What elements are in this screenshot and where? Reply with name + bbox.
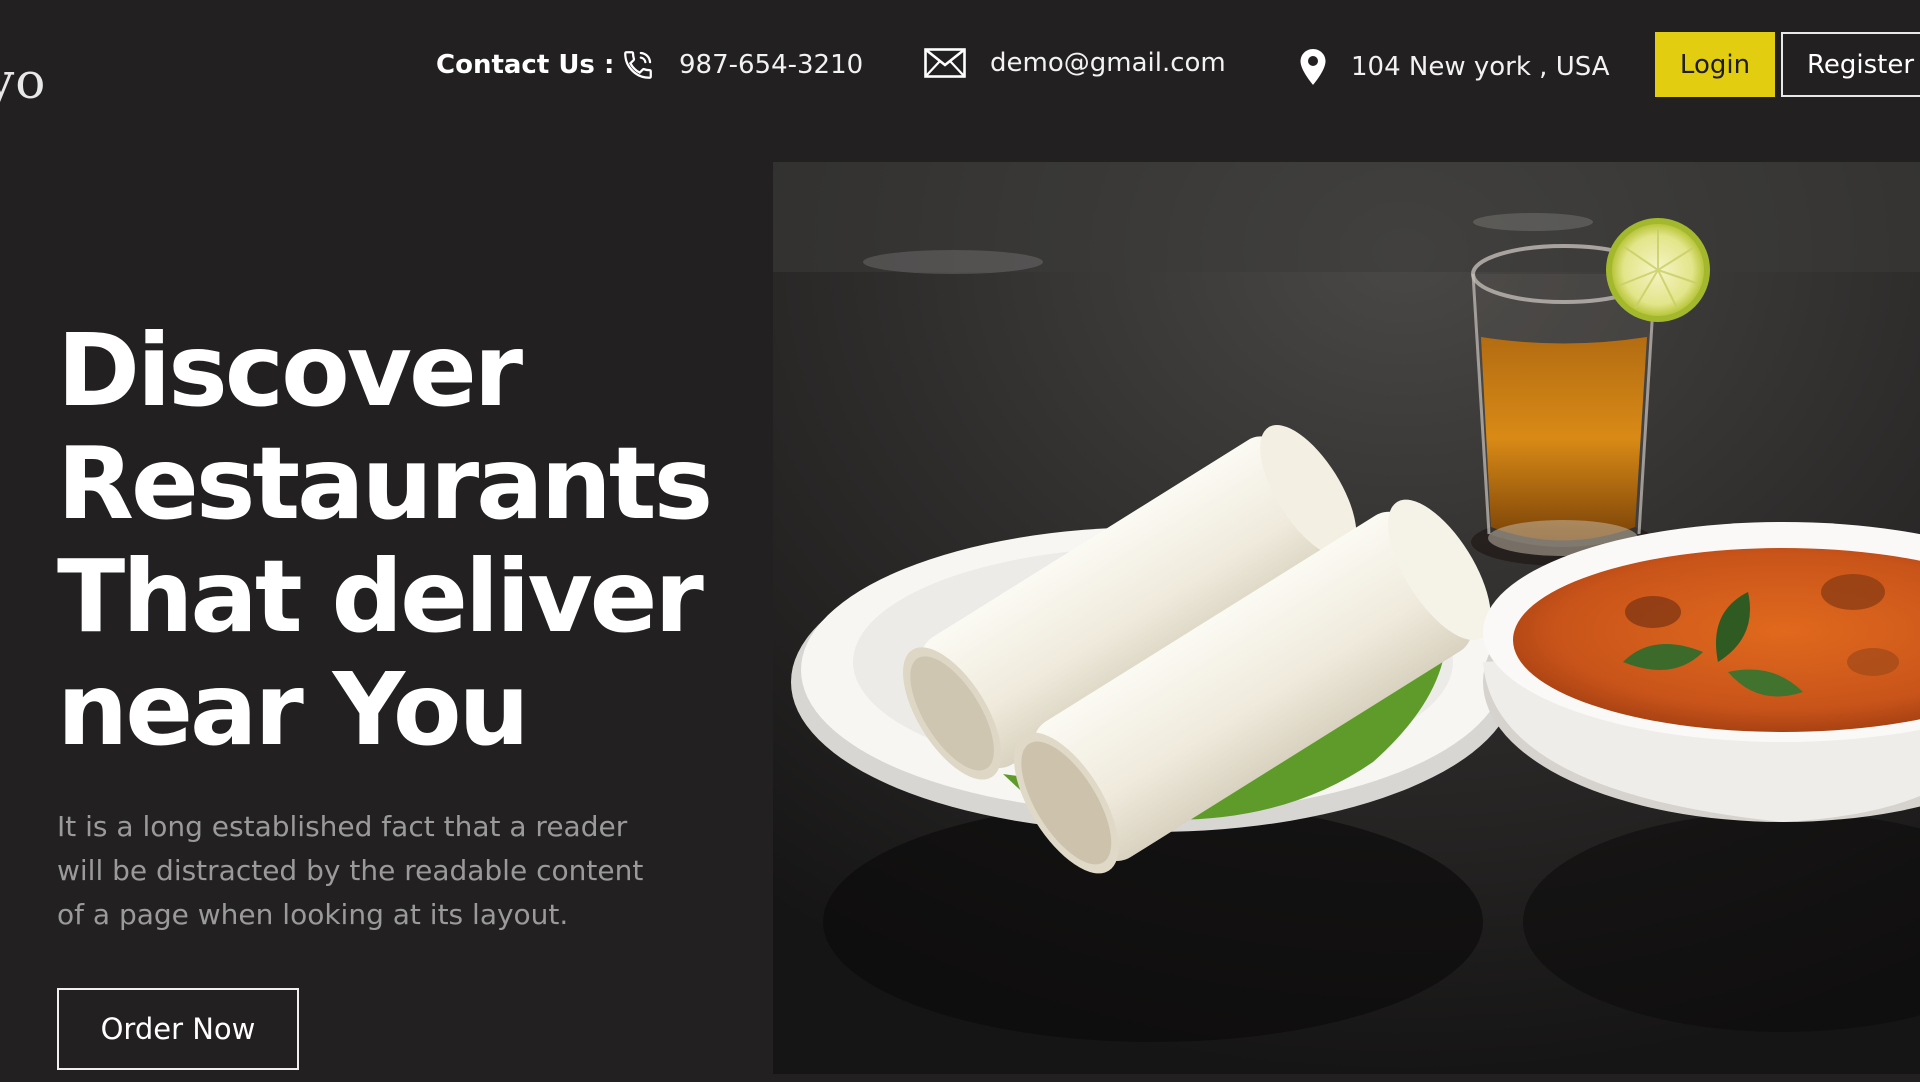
login-button[interactable]: Login [1655,32,1775,97]
map-pin-icon [1299,48,1327,86]
landing-page: yo Contact Us : 987-654-3210 demo@gmail.… [0,0,1920,1082]
phone-number: 987-654-3210 [679,50,864,80]
order-now-button[interactable]: Order Now [57,988,299,1070]
email-address: demo@gmail.com [990,48,1226,78]
hero-title-line: Restaurants [57,425,713,542]
hero-food-image [773,162,1920,1074]
site-logo[interactable]: yo [0,52,46,110]
hero-title-line: That deliver [57,538,704,655]
hero-description: It is a long established fact that a rea… [57,810,644,931]
hero-title: Discover Restaurants That deliver near Y… [57,314,757,766]
address-text: 104 New york , USA [1351,52,1610,82]
contact-address[interactable]: 104 New york , USA [1299,48,1610,86]
contact-label: Contact Us : [436,50,615,80]
contact-phone[interactable]: 987-654-3210 [621,48,863,82]
envelope-icon [924,48,966,78]
phone-icon [621,48,655,82]
hero-title-line: Discover [57,312,523,429]
hero-title-line: near You [57,651,530,768]
register-button[interactable]: Register [1781,32,1920,97]
contact-email[interactable]: demo@gmail.com [924,48,1226,78]
